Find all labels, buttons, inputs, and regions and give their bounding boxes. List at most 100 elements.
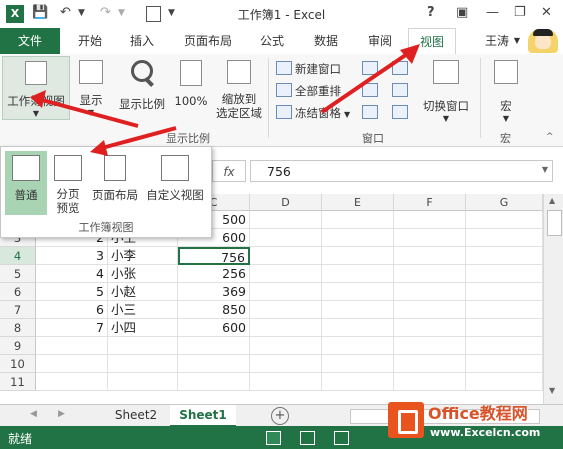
tab-home[interactable]: 开始 [72, 28, 108, 54]
show-button[interactable]: 显示 ▼ [74, 56, 108, 118]
insert-function-icon[interactable]: fx [212, 160, 246, 182]
cell-e[interactable] [322, 337, 394, 355]
cell-e[interactable] [322, 283, 394, 301]
row-header[interactable]: 11 [0, 373, 36, 391]
macros-button[interactable]: 宏 ▼ [488, 56, 524, 123]
cell-f[interactable] [394, 247, 466, 265]
workbook-views-button[interactable]: 工作簿视图 ▼ [2, 56, 70, 120]
unhide-button[interactable] [362, 104, 381, 122]
minimize-icon[interactable]: — [486, 5, 499, 20]
formula-input[interactable]: 756 ▼ [250, 160, 553, 182]
zoom-button[interactable]: 显示比例 [116, 56, 168, 116]
row-header[interactable]: 8 [0, 319, 36, 337]
reset-window-position-button[interactable] [392, 104, 411, 122]
cell-c[interactable]: 850 [178, 301, 250, 319]
cell-g[interactable] [466, 355, 543, 373]
cell-a[interactable]: 3 [36, 247, 108, 265]
cell-e[interactable] [322, 211, 394, 229]
cell-d[interactable] [250, 265, 322, 283]
tab-view[interactable]: 视图 [408, 28, 456, 56]
zoom-to-selection-button[interactable]: 缩放到 选定区域 [212, 56, 266, 128]
cell-b[interactable]: 小李 [108, 247, 178, 265]
cell-c[interactable] [178, 355, 250, 373]
cell-d[interactable] [250, 373, 322, 391]
page-break-preview-button[interactable]: 分页 预览 [49, 151, 87, 215]
cell-e[interactable] [322, 229, 394, 247]
cell-b[interactable] [108, 355, 178, 373]
cell-d[interactable] [250, 229, 322, 247]
tab-insert[interactable]: 插入 [124, 28, 160, 54]
new-window-button[interactable]: 新建窗口 [276, 60, 341, 78]
normal-view-button[interactable]: 普通 [5, 151, 47, 215]
cell-f[interactable] [394, 301, 466, 319]
tab-data[interactable]: 数据 [308, 28, 344, 54]
active-cell[interactable]: 756 [178, 247, 250, 265]
scroll-up-icon[interactable]: ▲ [549, 196, 555, 205]
column-header-d[interactable]: D [250, 194, 322, 211]
cell-g[interactable] [466, 283, 543, 301]
cell-b[interactable]: 小四 [108, 319, 178, 337]
cell-e[interactable] [322, 301, 394, 319]
row-header[interactable]: 5 [0, 265, 36, 283]
switch-windows-button[interactable]: 切换窗口 ▼ [418, 56, 474, 123]
avatar[interactable] [528, 29, 558, 53]
custom-views-button[interactable]: 自定义视图 [143, 151, 207, 215]
cell-g[interactable] [466, 301, 543, 319]
synchronous-scrolling-button[interactable] [392, 82, 411, 100]
tab-file[interactable]: 文件 [0, 28, 60, 54]
cell-f[interactable] [394, 229, 466, 247]
vertical-scrollbar[interactable]: ▲ ▼ [543, 194, 563, 404]
tab-formulas[interactable]: 公式 [254, 28, 290, 54]
split-button[interactable] [362, 60, 381, 78]
cell-b[interactable]: 小赵 [108, 283, 178, 301]
page-layout-status-icon[interactable] [300, 431, 315, 445]
cell-d[interactable] [250, 337, 322, 355]
column-header-f[interactable]: F [394, 194, 466, 211]
view-side-by-side-button[interactable] [392, 60, 411, 78]
row-header[interactable]: 4 [0, 247, 36, 265]
row-header[interactable]: 7 [0, 301, 36, 319]
help-icon[interactable]: ? [427, 5, 435, 20]
cell-b[interactable]: 小三 [108, 301, 178, 319]
cell-d[interactable] [250, 283, 322, 301]
cell-c[interactable]: 256 [178, 265, 250, 283]
sheet-tab-sheet1[interactable]: Sheet1 [170, 405, 236, 427]
row-header[interactable]: 9 [0, 337, 36, 355]
column-header-g[interactable]: G [466, 194, 543, 211]
cell-e[interactable] [322, 247, 394, 265]
tab-review[interactable]: 审阅 [362, 28, 398, 54]
cell-f[interactable] [394, 211, 466, 229]
cell-e[interactable] [322, 265, 394, 283]
cell-a[interactable]: 5 [36, 283, 108, 301]
add-sheet-icon[interactable]: + [271, 407, 289, 425]
cell-b[interactable] [108, 373, 178, 391]
page-break-status-icon[interactable] [334, 431, 349, 445]
scroll-down-icon[interactable]: ▼ [549, 386, 555, 395]
cell-e[interactable] [322, 355, 394, 373]
sheet-tab-sheet2[interactable]: Sheet2 [104, 405, 168, 425]
cell-a[interactable]: 6 [36, 301, 108, 319]
tab-page-layout[interactable]: 页面布局 [178, 28, 238, 54]
cell-a[interactable] [36, 373, 108, 391]
cell-g[interactable] [466, 337, 543, 355]
cell-f[interactable] [394, 373, 466, 391]
cell-f[interactable] [394, 283, 466, 301]
next-sheet-icon[interactable]: ▶ [58, 409, 65, 419]
cell-g[interactable] [466, 265, 543, 283]
prev-sheet-icon[interactable]: ◀ [30, 409, 37, 419]
column-header-e[interactable]: E [322, 194, 394, 211]
cell-b[interactable] [108, 337, 178, 355]
cell-g[interactable] [466, 373, 543, 391]
cell-c[interactable]: 369 [178, 283, 250, 301]
cell-c[interactable]: 600 [178, 319, 250, 337]
arrange-all-button[interactable]: 全部重排 [276, 82, 341, 100]
cell-e[interactable] [322, 319, 394, 337]
ribbon-display-icon[interactable]: ▣ [456, 5, 468, 20]
page-layout-view-button[interactable]: 页面布局 [89, 151, 141, 215]
hide-button[interactable] [362, 82, 381, 100]
cell-e[interactable] [322, 373, 394, 391]
cell-c[interactable] [178, 373, 250, 391]
cell-f[interactable] [394, 319, 466, 337]
cell-g[interactable] [466, 211, 543, 229]
cell-d[interactable] [250, 211, 322, 229]
